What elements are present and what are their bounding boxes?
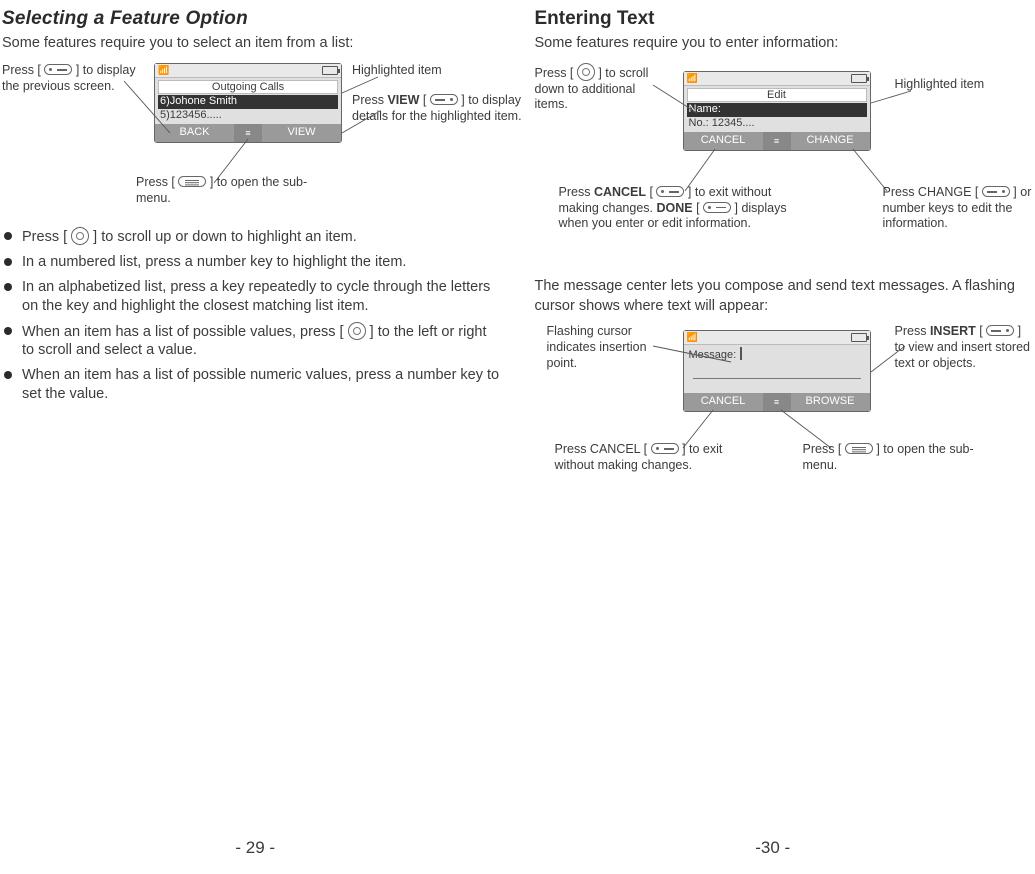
left-softkey-icon — [44, 64, 72, 75]
softkey-right: VIEW — [262, 124, 341, 142]
callout-cursor: Flashing cursor indicates insertion poin… — [547, 324, 677, 371]
battery-icon — [851, 74, 867, 83]
battery-icon — [851, 333, 867, 342]
softkey-mid-icon: ≡ — [763, 132, 791, 150]
heading-right: Entering Text — [535, 6, 1034, 32]
cursor-icon — [740, 347, 742, 360]
bullet-item: When an item has a list of possible valu… — [4, 322, 501, 361]
signal-icon: 📶 — [687, 74, 698, 83]
callout-back: Press [ ] to display the previous screen… — [2, 63, 142, 94]
signal-icon: 📶 — [687, 333, 698, 342]
softkey-mid-icon: ≡ — [234, 124, 262, 142]
right-softkey-icon — [986, 325, 1014, 336]
diagram-1: 📶 Outgoing Calls 6)Johone Smith 5)123456… — [2, 63, 501, 223]
bullet-item: In an alphabetized list, press a key rep… — [4, 278, 501, 316]
diagram-2: 📶 Edit Name: No.: 12345.... CANCEL ≡ CHA… — [535, 63, 1034, 263]
screen-title: Outgoing Calls — [158, 80, 338, 94]
signal-icon: 📶 — [158, 66, 169, 75]
callout-submenu2: Press [ ] to open the sub-menu. — [803, 442, 1003, 473]
softkey-mid-icon: ≡ — [763, 393, 791, 411]
page-number-left: - 29 - — [0, 837, 511, 860]
nav-key-icon — [348, 322, 366, 340]
softkey-right: CHANGE — [791, 132, 870, 150]
softkey-left: CANCEL — [684, 393, 763, 411]
page-number-right: -30 - — [511, 837, 1035, 860]
left-softkey-icon — [656, 186, 684, 197]
intro-left: Some features require you to select an i… — [2, 34, 501, 54]
battery-icon — [322, 66, 338, 75]
right-softkey-icon — [430, 94, 458, 105]
bullet-item: When an item has a list of possible nume… — [4, 366, 501, 404]
right-softkey-icon — [982, 186, 1010, 197]
callout-submenu: Press [ ] to open the sub-menu. — [136, 175, 336, 206]
callout-cancel: Press CANCEL [ ] to exit without making … — [559, 185, 789, 232]
softkey-right: BROWSE — [791, 393, 870, 411]
callout-highlight: Highlighted item — [352, 63, 442, 79]
list-item: 5)123456..... — [158, 109, 338, 123]
diagram-3: 📶 Message: CANCEL ≡ BROWSE Flashing curs… — [535, 324, 1034, 504]
nav-key-icon — [577, 63, 595, 81]
left-softkey-icon — [651, 443, 679, 454]
field-label: Message: — [687, 347, 867, 361]
callout-scroll: Press [ ] to scroll down to additional i… — [535, 63, 665, 113]
list-item-hl: Name: — [687, 103, 867, 117]
callout-insert: Press INSERT [ ] to view and insert stor… — [895, 324, 1035, 371]
menu-key-icon — [178, 176, 206, 187]
bullet-item: In a numbered list, press a number key t… — [4, 253, 501, 272]
heading-left: Selecting a Feature Option — [2, 6, 501, 32]
menu-key-icon — [845, 443, 873, 454]
intro-right: Some features require you to enter infor… — [535, 34, 1034, 54]
softkey-left: CANCEL — [684, 132, 763, 150]
nav-key-icon — [71, 227, 89, 245]
bullet-item: Press [ ] to scroll up or down to highli… — [4, 227, 501, 247]
callout-cancel2: Press CANCEL [ ] to exit without making … — [555, 442, 765, 473]
left-softkey-icon — [703, 202, 731, 213]
list-item: No.: 12345.... — [687, 117, 867, 131]
callout-highlight2: Highlighted item — [895, 77, 985, 93]
callout-view: Press VIEW [ ] to display details for th… — [352, 93, 522, 124]
list-item-hl: 6)Johone Smith — [158, 95, 338, 109]
softkey-left: BACK — [155, 124, 234, 142]
paragraph-msg-center: The message center lets you compose and … — [535, 277, 1034, 316]
bullet-list: Press [ ] to scroll up or down to highli… — [2, 227, 501, 404]
text-underline — [693, 361, 861, 379]
callout-change: Press CHANGE [ ] or number keys to edit … — [883, 185, 1035, 232]
screen-title: Edit — [687, 88, 867, 102]
